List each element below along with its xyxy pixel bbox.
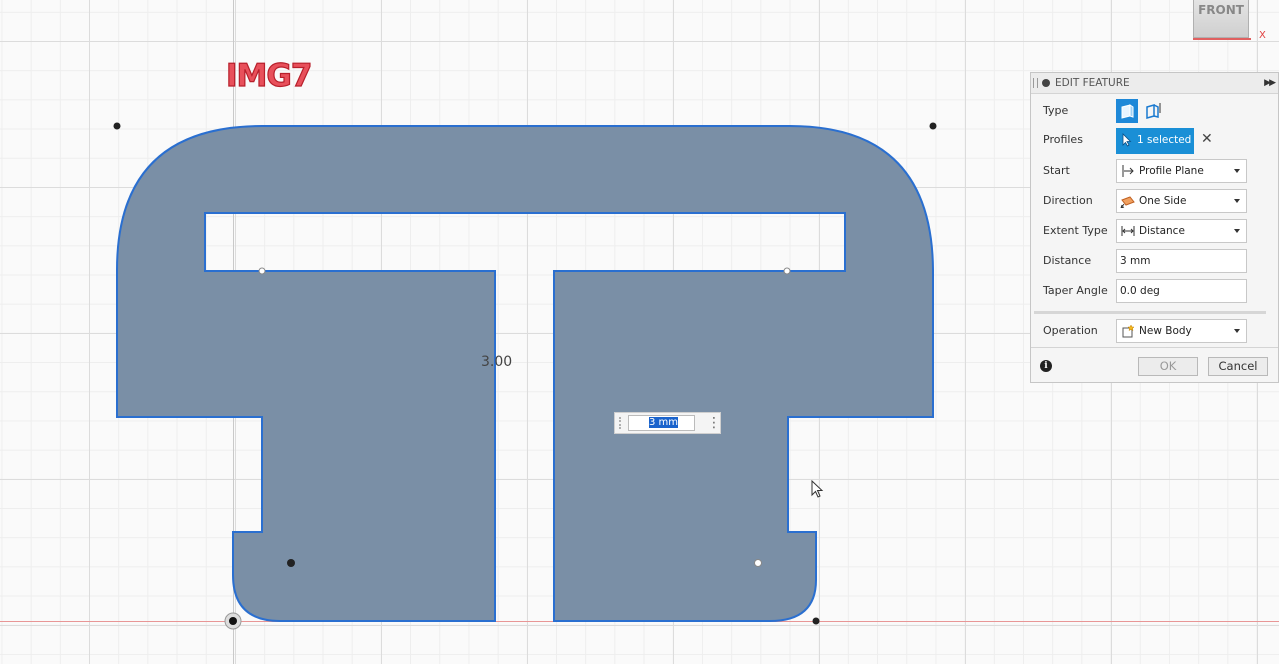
direction-row: Direction One Side <box>1043 189 1273 213</box>
extent-dropdown[interactable]: Distance <box>1116 219 1247 243</box>
more-options-icon[interactable]: ⋮ <box>707 415 721 431</box>
sketch-point[interactable] <box>783 267 791 275</box>
viewcube[interactable]: FRONT <box>1193 0 1249 38</box>
viewcube-x-axis <box>1193 38 1251 40</box>
extent-value: Distance <box>1139 225 1185 237</box>
start-label: Start <box>1043 164 1070 177</box>
direction-label: Direction <box>1043 194 1093 207</box>
select-arrow-icon <box>1122 133 1132 150</box>
profiles-label: Profiles <box>1043 133 1083 146</box>
expand-panel-icon[interactable]: ▶▶ <box>1264 73 1276 93</box>
dimension-label: 3.00 <box>481 354 513 370</box>
sketch-point[interactable] <box>929 122 937 130</box>
inline-distance-value: 3 mm <box>649 417 679 428</box>
origin-point-center <box>229 617 237 625</box>
start-row: Start Profile Plane <box>1043 159 1273 183</box>
panel-title: EDIT FEATURE <box>1055 77 1130 89</box>
operation-row: Operation New Body <box>1043 319 1273 343</box>
one-side-icon <box>1120 196 1135 208</box>
distance-label: Distance <box>1043 254 1092 267</box>
sketch-point[interactable] <box>258 267 266 275</box>
sketch-point[interactable] <box>812 617 820 625</box>
inline-distance-field[interactable]: 3 mm <box>628 415 695 431</box>
direction-value: One Side <box>1139 195 1187 207</box>
distance-input[interactable]: 3 mm <box>1116 249 1247 273</box>
panel-header[interactable]: EDIT FEATURE ▶▶ <box>1031 73 1278 94</box>
operation-dropdown[interactable]: New Body <box>1116 319 1247 343</box>
taper-label: Taper Angle <box>1043 284 1108 297</box>
watermark-label: IMG7 <box>225 57 313 94</box>
profiles-select-button[interactable]: 1 selected <box>1116 128 1194 154</box>
info-icon[interactable]: i <box>1040 360 1052 372</box>
start-value: Profile Plane <box>1139 165 1204 177</box>
panel-footer: i OK Cancel <box>1031 347 1278 383</box>
panel-divider <box>1034 311 1266 314</box>
profile-region[interactable] <box>116 125 934 622</box>
mouse-cursor-icon <box>811 480 824 498</box>
extrude-solid-icon[interactable] <box>1116 99 1138 123</box>
extent-label: Extent Type <box>1043 224 1108 237</box>
cancel-button[interactable]: Cancel <box>1208 357 1268 376</box>
distance-icon <box>1121 226 1135 236</box>
chevron-down-icon <box>1234 199 1240 203</box>
viewcube-x-label: X <box>1259 30 1266 41</box>
inline-distance-input[interactable]: 3 mm ⋮ <box>614 412 721 434</box>
profile-plane-icon <box>1122 165 1134 177</box>
drag-grip-icon[interactable] <box>619 417 627 429</box>
edit-feature-panel: EDIT FEATURE ▶▶ Type Profiles 1 selected… <box>1030 72 1279 383</box>
sketch-point[interactable] <box>287 559 295 567</box>
extrude-thin-icon[interactable] <box>1142 99 1164 123</box>
profiles-value: 1 selected <box>1137 134 1192 146</box>
type-row: Type <box>1043 99 1273 123</box>
extent-row: Extent Type Distance <box>1043 219 1273 243</box>
distance-row: Distance 3 mm <box>1043 249 1273 273</box>
operation-value: New Body <box>1139 325 1192 337</box>
collapse-icon[interactable] <box>1042 79 1050 87</box>
taper-row: Taper Angle 0.0 deg <box>1043 279 1273 303</box>
profiles-row: Profiles 1 selected ✕ <box>1043 128 1273 154</box>
viewcube-face-label: FRONT <box>1198 3 1244 17</box>
operation-label: Operation <box>1043 324 1098 337</box>
direction-dropdown[interactable]: One Side <box>1116 189 1247 213</box>
chevron-down-icon <box>1234 169 1240 173</box>
taper-angle-input[interactable]: 0.0 deg <box>1116 279 1247 303</box>
sketch-point[interactable] <box>113 122 121 130</box>
panel-grip-icon[interactable] <box>1033 78 1038 88</box>
type-label: Type <box>1043 104 1069 117</box>
start-dropdown[interactable]: Profile Plane <box>1116 159 1247 183</box>
new-body-icon <box>1122 324 1135 338</box>
chevron-down-icon <box>1234 329 1240 333</box>
sketch-point[interactable] <box>754 559 762 567</box>
chevron-down-icon <box>1234 229 1240 233</box>
close-icon[interactable]: ✕ <box>1201 131 1213 147</box>
ok-button[interactable]: OK <box>1138 357 1198 376</box>
